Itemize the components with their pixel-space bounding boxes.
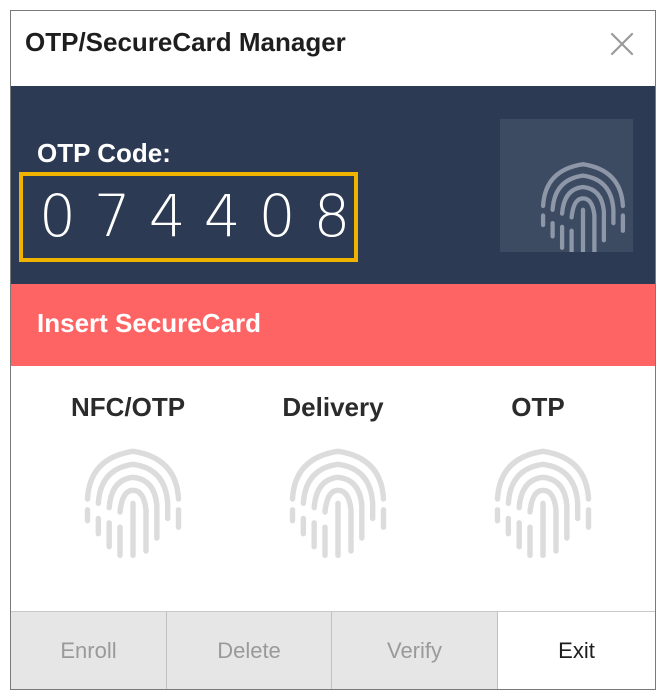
otp-panel: OTP Code: 074408	[11, 86, 655, 284]
mode-nfc-otp[interactable]: NFC/OTP	[28, 366, 228, 611]
status-bar: Insert SecureCard	[11, 284, 655, 366]
window-title: OTP/SecureCard Manager	[25, 27, 346, 57]
fingerprint-tile	[500, 119, 633, 252]
mode-label: OTP	[511, 392, 565, 422]
close-icon	[610, 32, 634, 56]
mode-selector: NFC/OTP Delivery OTP	[11, 366, 655, 611]
mode-label: Delivery	[282, 392, 384, 422]
fingerprint-icon	[500, 119, 633, 252]
button-bar: Enroll Delete Verify Exit	[11, 611, 655, 689]
mode-otp[interactable]: OTP	[438, 366, 638, 611]
enroll-button[interactable]: Enroll	[11, 612, 167, 689]
fingerprint-icon	[478, 434, 608, 564]
fingerprint-icon	[273, 434, 403, 564]
verify-button[interactable]: Verify	[332, 612, 498, 689]
close-button[interactable]	[599, 21, 645, 67]
status-text: Insert SecureCard	[37, 308, 261, 338]
otp-code-highlight: 074408	[19, 172, 358, 262]
otp-code-label: OTP Code:	[37, 138, 171, 168]
mode-delivery[interactable]: Delivery	[233, 366, 433, 611]
otp-manager-window: OTP/SecureCard Manager OTP Code: 074408 …	[10, 10, 656, 690]
exit-button[interactable]: Exit	[498, 612, 655, 689]
mode-label: NFC/OTP	[70, 392, 186, 422]
delete-button[interactable]: Delete	[167, 612, 332, 689]
title-bar: OTP/SecureCard Manager	[11, 11, 655, 86]
otp-code-value: 074408	[39, 182, 369, 250]
fingerprint-icon	[68, 434, 198, 564]
